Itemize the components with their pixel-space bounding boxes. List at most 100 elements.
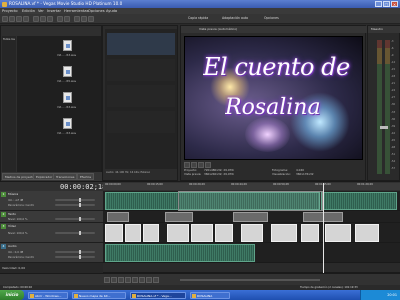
undo-icon[interactable] (57, 16, 63, 22)
preview-quality[interactable]: Vista previa (Automático) (199, 26, 237, 33)
preview-info: Proyecto: 720x480x32; 29,970i Vista prev… (184, 169, 364, 181)
play-icon[interactable] (125, 277, 131, 283)
close-button[interactable]: × (391, 1, 398, 7)
video-clip[interactable] (105, 224, 123, 242)
video-clip[interactable] (125, 224, 141, 242)
start-button[interactable]: inicio (0, 290, 24, 300)
video-clip[interactable] (355, 224, 379, 242)
preview-stop-icon[interactable] (191, 162, 197, 168)
options-button[interactable]: Opciones (264, 16, 279, 20)
track-header-video[interactable]: 3 Vídeo Nivel: 100,0 % (0, 223, 103, 243)
taskbar-item-active[interactable]: ROSALINA.vf * - Vega... (130, 291, 186, 299)
track-name: Música (8, 192, 19, 196)
level-slider[interactable] (55, 217, 95, 221)
stop-icon[interactable] (139, 277, 145, 283)
video-clip[interactable] (241, 224, 263, 242)
video-clip[interactable] (167, 224, 189, 242)
pause-icon[interactable] (132, 277, 138, 283)
preview-snapshot-icon[interactable] (198, 162, 204, 168)
track-number: 2 (1, 212, 6, 217)
track-header-text[interactable]: 2 Texto Nivel: 100,0 % (0, 211, 103, 223)
taskbar-item[interactable]: ROSALINA (190, 291, 230, 299)
copy-icon[interactable] (40, 16, 46, 22)
media-list-row[interactable] (107, 59, 175, 81)
track-name: Audio (8, 244, 17, 248)
snap-icon[interactable] (74, 16, 80, 22)
windows-taskbar: inicio Abrir - Windows... Nuevo mapa de … (0, 290, 400, 300)
new-icon[interactable] (2, 16, 8, 22)
tab-transitions[interactable]: Transiciones (53, 173, 78, 180)
ruler-label: 00:01:29;29 (357, 183, 373, 186)
meter-tick-label: -39 (391, 124, 396, 128)
zoom-icon[interactable] (88, 16, 94, 22)
taskbar-item[interactable]: Abrir - Windows... (28, 291, 68, 299)
preview-copy-icon[interactable] (205, 162, 211, 168)
video-clip[interactable] (191, 224, 213, 242)
video-clip[interactable] (143, 224, 159, 242)
text-clip[interactable] (107, 212, 129, 222)
pan-slider[interactable] (55, 255, 95, 259)
media-list-row[interactable] (107, 111, 175, 133)
preview-play-icon[interactable] (184, 162, 190, 168)
cut-icon[interactable] (33, 16, 39, 22)
volume-slider[interactable] (55, 198, 95, 202)
media-tree[interactable]: Todos los (2, 36, 16, 172)
timeline-ruler[interactable]: 00:00:00;00 00:00:15;00 00:00:29;29 00:0… (103, 183, 400, 190)
properties-icon[interactable] (23, 16, 29, 22)
media-label: Vid... - R3.wav (57, 53, 77, 57)
record-icon[interactable] (104, 277, 110, 283)
master-fader[interactable] (380, 126, 388, 129)
play-from-start-icon[interactable] (118, 277, 124, 283)
tab-effects[interactable]: Efectos (77, 173, 95, 180)
media-list-row[interactable] (107, 33, 175, 55)
empty-track-area[interactable] (103, 263, 400, 273)
go-to-start-icon[interactable] (146, 277, 152, 283)
meter-tick-label: -57 (391, 166, 396, 170)
cursor-icon[interactable] (81, 16, 87, 22)
quick-copy-button[interactable]: Copia rápida (188, 16, 208, 20)
title-text-line2: Rosalina (225, 95, 321, 120)
auto-fit-button[interactable]: Adaptación auto (222, 16, 248, 20)
audio-clip[interactable] (321, 192, 397, 210)
level-slider[interactable] (55, 231, 95, 235)
preview-controls (181, 162, 367, 169)
tab-explorer[interactable]: Explorador (33, 173, 56, 180)
toolbar: Copia rápida Adaptación auto Opciones (0, 14, 400, 24)
save-icon[interactable] (16, 16, 22, 22)
track-header-music[interactable]: 1 Música Vol.: -inf dB Panorámica: Centr… (0, 191, 103, 211)
paste-icon[interactable] (47, 16, 53, 22)
track-lane-audio[interactable] (103, 243, 400, 263)
ruler-label: 00:00:29;29 (189, 183, 205, 186)
track-volume: Vol.: 0,0 dB (8, 250, 24, 254)
meter-scale: -3 -6 -9 -12 -15 -18 -21 -24 -27 -30 -33 -36 -39 -42 -… (391, 40, 400, 174)
video-clip[interactable] (325, 224, 351, 242)
media-audio-info: Audio: 44.100 Hz; 16 bits; Estéreo (106, 171, 151, 174)
master-bus-meter: Maestro -3 -6 -9 -12 -15 -18 -21 -24 -27 -30 -33 -3… (367, 25, 400, 181)
track-lane-video[interactable] (103, 223, 400, 243)
text-clip[interactable] (165, 212, 193, 222)
go-to-end-icon[interactable] (153, 277, 159, 283)
timeline-scrollbar[interactable] (180, 279, 320, 281)
video-clip[interactable] (271, 224, 297, 242)
track-name: Texto (8, 212, 16, 216)
volume-slider[interactable] (55, 250, 95, 254)
video-clip[interactable] (301, 224, 319, 242)
loop-region[interactable] (178, 191, 323, 211)
maximize-button[interactable]: □ (383, 1, 390, 7)
taskbar-item[interactable]: Nuevo mapa de bit... (72, 291, 126, 299)
loop-icon[interactable] (111, 277, 117, 283)
track-lane-text[interactable] (103, 211, 400, 223)
open-icon[interactable] (9, 16, 15, 22)
audio-clip[interactable] (105, 244, 255, 262)
playhead-cursor[interactable] (323, 183, 324, 273)
media-list-row[interactable] (107, 85, 175, 107)
video-clip[interactable] (215, 224, 233, 242)
tree-root[interactable]: Todos los (3, 38, 15, 41)
text-clip[interactable] (233, 212, 268, 222)
minimize-button[interactable]: _ (375, 1, 382, 7)
track-header-audio[interactable]: 4 Audio Vol.: 0,0 dB Panorámica: Centro (0, 243, 103, 263)
redo-icon[interactable] (64, 16, 70, 22)
pan-slider[interactable] (55, 203, 95, 207)
media-list[interactable] (105, 29, 177, 169)
ruler-label: 00:00:44;29 (231, 183, 247, 186)
